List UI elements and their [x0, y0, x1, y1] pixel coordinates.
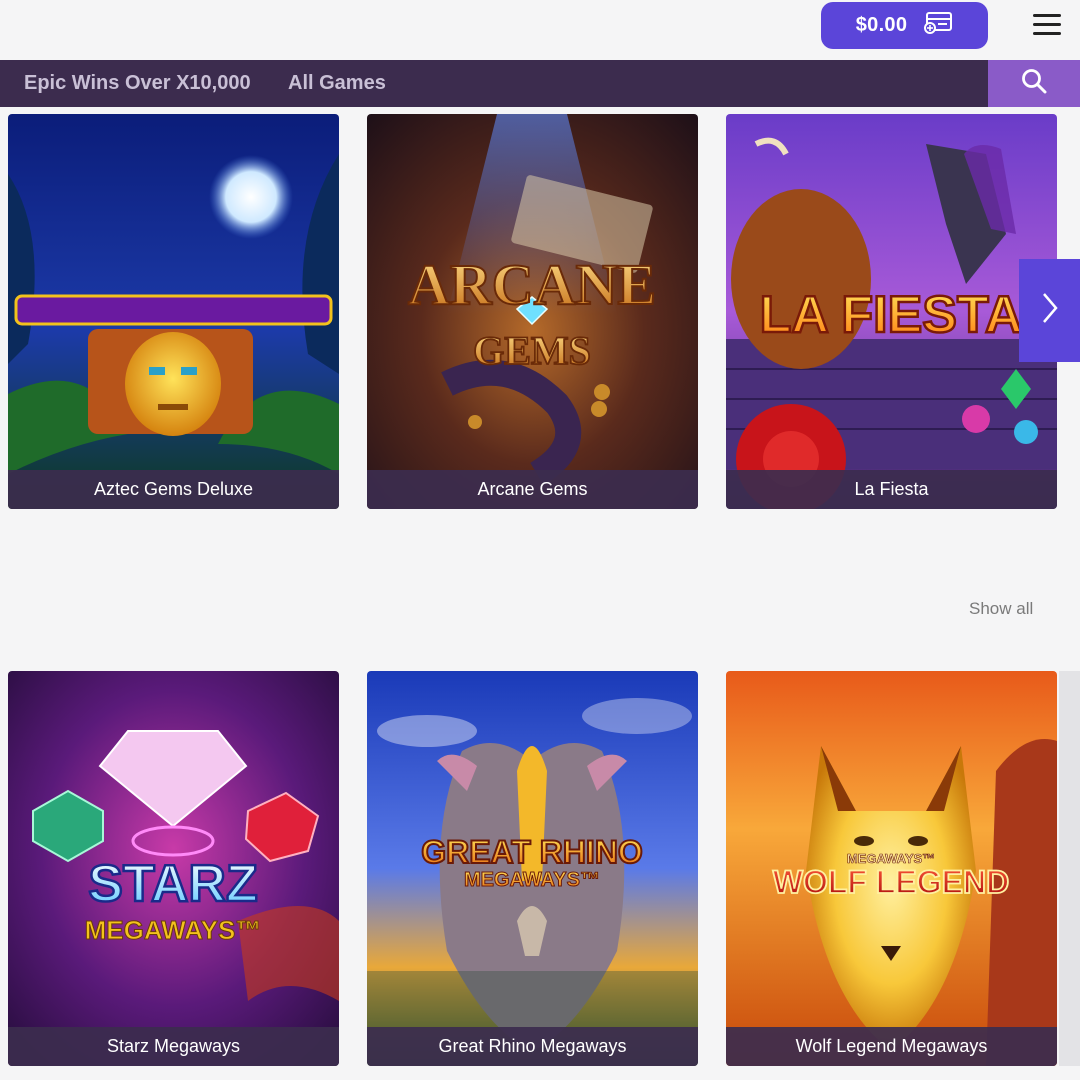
game-logo: GREAT RHINO	[421, 834, 643, 870]
game-title: Wolf Legend Megaways	[726, 1027, 1057, 1066]
search-icon	[1021, 68, 1047, 99]
game-artwork: STARZ MEGAWAYS™	[8, 671, 339, 1066]
top-bar: $0.00	[0, 0, 1080, 60]
game-logo: WOLF LEGEND	[773, 864, 1009, 900]
game-card-arcane-gems[interactable]: ARCANE GEMS Arcane Gems	[367, 114, 698, 509]
game-title: La Fiesta	[726, 470, 1057, 509]
game-title: Aztec Gems Deluxe	[8, 470, 339, 509]
game-artwork: ARCANE GEMS	[367, 114, 698, 509]
game-logo-sub: MEGAWAYS™	[464, 869, 600, 891]
game-card-la-fiesta[interactable]: LA FIESTA La Fiesta	[726, 114, 1057, 509]
game-logo: ARCANE	[408, 252, 656, 317]
game-artwork: MEGAWAYS™ WOLF LEGEND	[726, 671, 1057, 1066]
balance-amount: $0.00	[855, 14, 908, 36]
game-card-aztec-gems-deluxe[interactable]: Aztec Gems Deluxe	[8, 114, 339, 509]
game-artwork: GREAT RHINO MEGAWAYS™	[367, 671, 698, 1066]
game-title: Starz Megaways	[8, 1027, 339, 1066]
carousel-next-button[interactable]	[1019, 259, 1080, 362]
game-card-great-rhino-megaways[interactable]: GREAT RHINO MEGAWAYS™ Great Rhino Megawa…	[367, 671, 698, 1066]
game-title: Great Rhino Megaways	[367, 1027, 698, 1066]
chevron-right-icon	[1040, 291, 1060, 330]
search-button[interactable]	[988, 60, 1080, 107]
game-logo: STARZ	[88, 855, 257, 913]
game-card-wolf-legend-megaways[interactable]: MEGAWAYS™ WOLF LEGEND Wolf Legend Megawa…	[726, 671, 1057, 1066]
wallet-icon	[923, 11, 953, 40]
game-logo: LA FIESTA	[760, 286, 1023, 344]
tab-all-games[interactable]: All Games	[288, 60, 386, 107]
hamburger-menu-icon[interactable]	[1033, 14, 1061, 38]
game-logo-sub: GEMS	[473, 328, 591, 373]
tab-epic-wins[interactable]: Epic Wins Over X10,000	[24, 60, 251, 107]
show-all-link[interactable]: Show all	[969, 599, 1033, 619]
game-logo-sub: MEGAWAYS™	[85, 915, 262, 945]
balance-button[interactable]: $0.00	[821, 2, 988, 49]
game-card-starz-megaways[interactable]: STARZ MEGAWAYS™ Starz Megaways	[8, 671, 339, 1066]
game-artwork: LA FIESTA	[726, 114, 1057, 509]
game-artwork	[8, 114, 339, 509]
next-card-peek	[1059, 671, 1080, 1066]
game-title: Arcane Gems	[367, 470, 698, 509]
category-nav: Epic Wins Over X10,000 All Games	[0, 60, 1080, 107]
